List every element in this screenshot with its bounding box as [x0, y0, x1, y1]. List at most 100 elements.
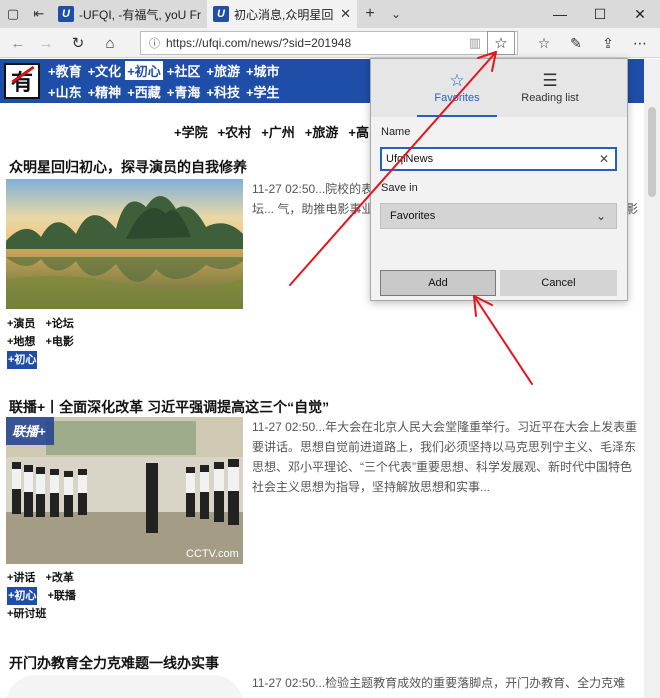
- article-tags: +演员 +论坛 +地想 +电影 +初心: [7, 315, 74, 369]
- article-title[interactable]: 众明星回归初心，探寻演员的自我修养: [9, 157, 247, 177]
- site-nav-row-2: +山东 +精神 +西藏 +青海 +科技 +学生: [46, 82, 282, 101]
- tab-ufqi[interactable]: U -UFQI, -有福气, yoU Frqtly Q: [52, 0, 207, 28]
- article-summary: 11-27 02:50...检验主题教育成效的重要落脚点，开门办教育、全力克难: [252, 676, 626, 690]
- site-favicon: U: [213, 6, 229, 22]
- reading-list-icon: ☰: [542, 71, 558, 90]
- back-button[interactable]: ←: [6, 32, 30, 54]
- close-tab-icon[interactable]: ✕: [340, 6, 351, 22]
- tag-link[interactable]: +讲话: [7, 569, 35, 587]
- site-nav-link[interactable]: +青海: [165, 82, 203, 101]
- tag-link[interactable]: +研讨班: [7, 605, 46, 623]
- tag-link[interactable]: +演员: [7, 315, 35, 333]
- favorites-tab-label: Favorites: [434, 92, 480, 104]
- site-nav-link[interactable]: +文化: [86, 61, 124, 80]
- tag-link[interactable]: +地想: [7, 333, 35, 351]
- more-icon[interactable]: ⋯: [628, 33, 652, 53]
- tab-back-icon[interactable]: ▢: [0, 0, 26, 28]
- img-badge: 联播+: [12, 424, 46, 439]
- article-title[interactable]: 联播+丨全面深化改革 习近平强调提高这三个“自觉”: [9, 397, 329, 417]
- tag-row: +初心 +联播: [7, 587, 76, 605]
- star-icon: ☆: [449, 71, 465, 90]
- img-watermark: CCTV.com: [186, 548, 239, 560]
- minimize-button[interactable]: —: [540, 0, 580, 28]
- subnav-link[interactable]: +广州: [261, 122, 295, 141]
- address-bar[interactable]: ⓘ https://ufqi.com/news/?sid=201948 ▥ ☆: [140, 31, 518, 55]
- tag-row: +研讨班: [7, 605, 76, 623]
- scrollbar-thumb[interactable]: [648, 107, 656, 197]
- site-nav-link[interactable]: +旅游: [204, 61, 242, 80]
- reading-list-tab-label: Reading list: [521, 92, 579, 104]
- tag-row: +演员 +论坛: [7, 315, 74, 333]
- site-favicon: U: [58, 6, 74, 22]
- window-controls: — ☐ ✕: [540, 0, 660, 28]
- site-nav-row-1: +教育 +文化 +初心 +社区 +旅游 +城市: [46, 61, 282, 80]
- subnav-link[interactable]: +学院: [174, 122, 208, 141]
- reading-list-tab[interactable]: ☰ Reading list: [505, 59, 595, 117]
- site-nav-link[interactable]: +城市: [244, 61, 282, 80]
- tab-list-chevron-icon[interactable]: ⌄: [383, 0, 409, 28]
- site-nav-link[interactable]: +西藏: [125, 82, 163, 101]
- page-scrollbar[interactable]: [644, 59, 660, 698]
- save-in-value: Favorites: [390, 210, 436, 222]
- cancel-button[interactable]: Cancel: [500, 270, 617, 296]
- article-image-karst-landscape[interactable]: [6, 179, 243, 309]
- home-button[interactable]: ⌂: [98, 32, 122, 54]
- forward-button[interactable]: →: [34, 32, 58, 54]
- favorite-name-input[interactable]: UfqiNews ✕: [380, 147, 617, 171]
- site-nav-link[interactable]: +学生: [244, 82, 282, 101]
- maximize-button[interactable]: ☐: [580, 0, 620, 28]
- site-nav-link[interactable]: +初心: [125, 61, 163, 80]
- site-nav-link[interactable]: +科技: [204, 82, 242, 101]
- save-in-label: Save in: [381, 182, 418, 194]
- site-nav-link[interactable]: +精神: [86, 82, 124, 101]
- url-text[interactable]: https://ufqi.com/news/?sid=201948: [166, 36, 351, 50]
- tag-link[interactable]: +初心: [7, 351, 38, 369]
- web-note-icon[interactable]: ✎: [564, 33, 588, 53]
- tag-row: +地想 +电影: [7, 333, 74, 351]
- article-summary: 11-27 02:50...年大会在北京人民大会堂隆重举行。习近平在大会上发表重…: [252, 420, 638, 494]
- tab-bar: ▢ ⇤ U -UFQI, -有福气, yoU Frqtly Q U 初心消息,众…: [0, 0, 660, 28]
- favorites-hub-icon[interactable]: ☆: [532, 33, 556, 53]
- name-label: Name: [381, 126, 411, 138]
- tab-set-aside-icon[interactable]: ⇤: [26, 0, 52, 28]
- favorite-name-value[interactable]: UfqiNews: [386, 153, 433, 165]
- tab-label: 初心消息,众明星回归初心: [234, 7, 334, 22]
- subnav-link[interactable]: +旅游: [305, 122, 339, 141]
- popup-header: ☆ Favorites ☰ Reading list: [371, 59, 627, 117]
- tag-row: +讲话 +改革: [7, 569, 76, 587]
- tab-news-active[interactable]: U 初心消息,众明星回归初心 ✕: [207, 0, 357, 28]
- tag-link[interactable]: +论坛: [45, 315, 73, 333]
- add-button[interactable]: Add: [380, 270, 496, 296]
- share-icon[interactable]: ⇪: [596, 33, 620, 53]
- tag-link[interactable]: +电影: [45, 333, 73, 351]
- close-window-button[interactable]: ✕: [620, 0, 660, 28]
- tag-link[interactable]: +联播: [47, 587, 75, 605]
- add-favorite-star-icon[interactable]: ☆: [487, 31, 515, 55]
- article-image-partial[interactable]: [6, 675, 243, 698]
- favorites-tab[interactable]: ☆ Favorites: [417, 59, 497, 117]
- tag-link[interactable]: +初心: [7, 587, 38, 605]
- reading-view-icon[interactable]: ▥: [469, 35, 481, 51]
- info-icon[interactable]: ⓘ: [149, 35, 160, 51]
- site-nav-link[interactable]: +社区: [165, 61, 203, 80]
- article-summary-tail: 影: [626, 202, 639, 216]
- new-tab-button[interactable]: +: [357, 0, 383, 28]
- clear-input-icon[interactable]: ✕: [599, 152, 609, 166]
- subnav-link[interactable]: +农村: [218, 122, 252, 141]
- article-image-meeting-photo[interactable]: 联播+ CCTV.com: [6, 417, 243, 564]
- site-nav-link[interactable]: +山东: [46, 82, 84, 101]
- article-tags: +讲话 +改革 +初心 +联播 +研讨班: [7, 569, 76, 623]
- refresh-button[interactable]: ↻: [66, 32, 90, 54]
- sub-navigation: +学院 +农村 +广州 +旅游 +高: [174, 122, 369, 141]
- navigation-bar: ← → ↻ ⌂ ⓘ https://ufqi.com/news/?sid=201…: [0, 28, 660, 58]
- article-title[interactable]: 开门办教育全力克难题一线办实事: [9, 653, 219, 673]
- tag-row: +初心: [7, 351, 74, 369]
- subnav-link[interactable]: +高: [348, 122, 369, 141]
- site-logo[interactable]: 有: [4, 63, 40, 99]
- active-tab-indicator: [417, 115, 497, 117]
- tab-label: -UFQI, -有福气, yoU Frqtly Q: [79, 7, 201, 22]
- tag-link[interactable]: +改革: [45, 569, 73, 587]
- site-nav-link[interactable]: +教育: [46, 61, 84, 80]
- add-favorite-popup: ☆ Favorites ☰ Reading list Name UfqiNews…: [370, 58, 628, 301]
- save-in-select[interactable]: Favorites ⌄: [380, 203, 617, 229]
